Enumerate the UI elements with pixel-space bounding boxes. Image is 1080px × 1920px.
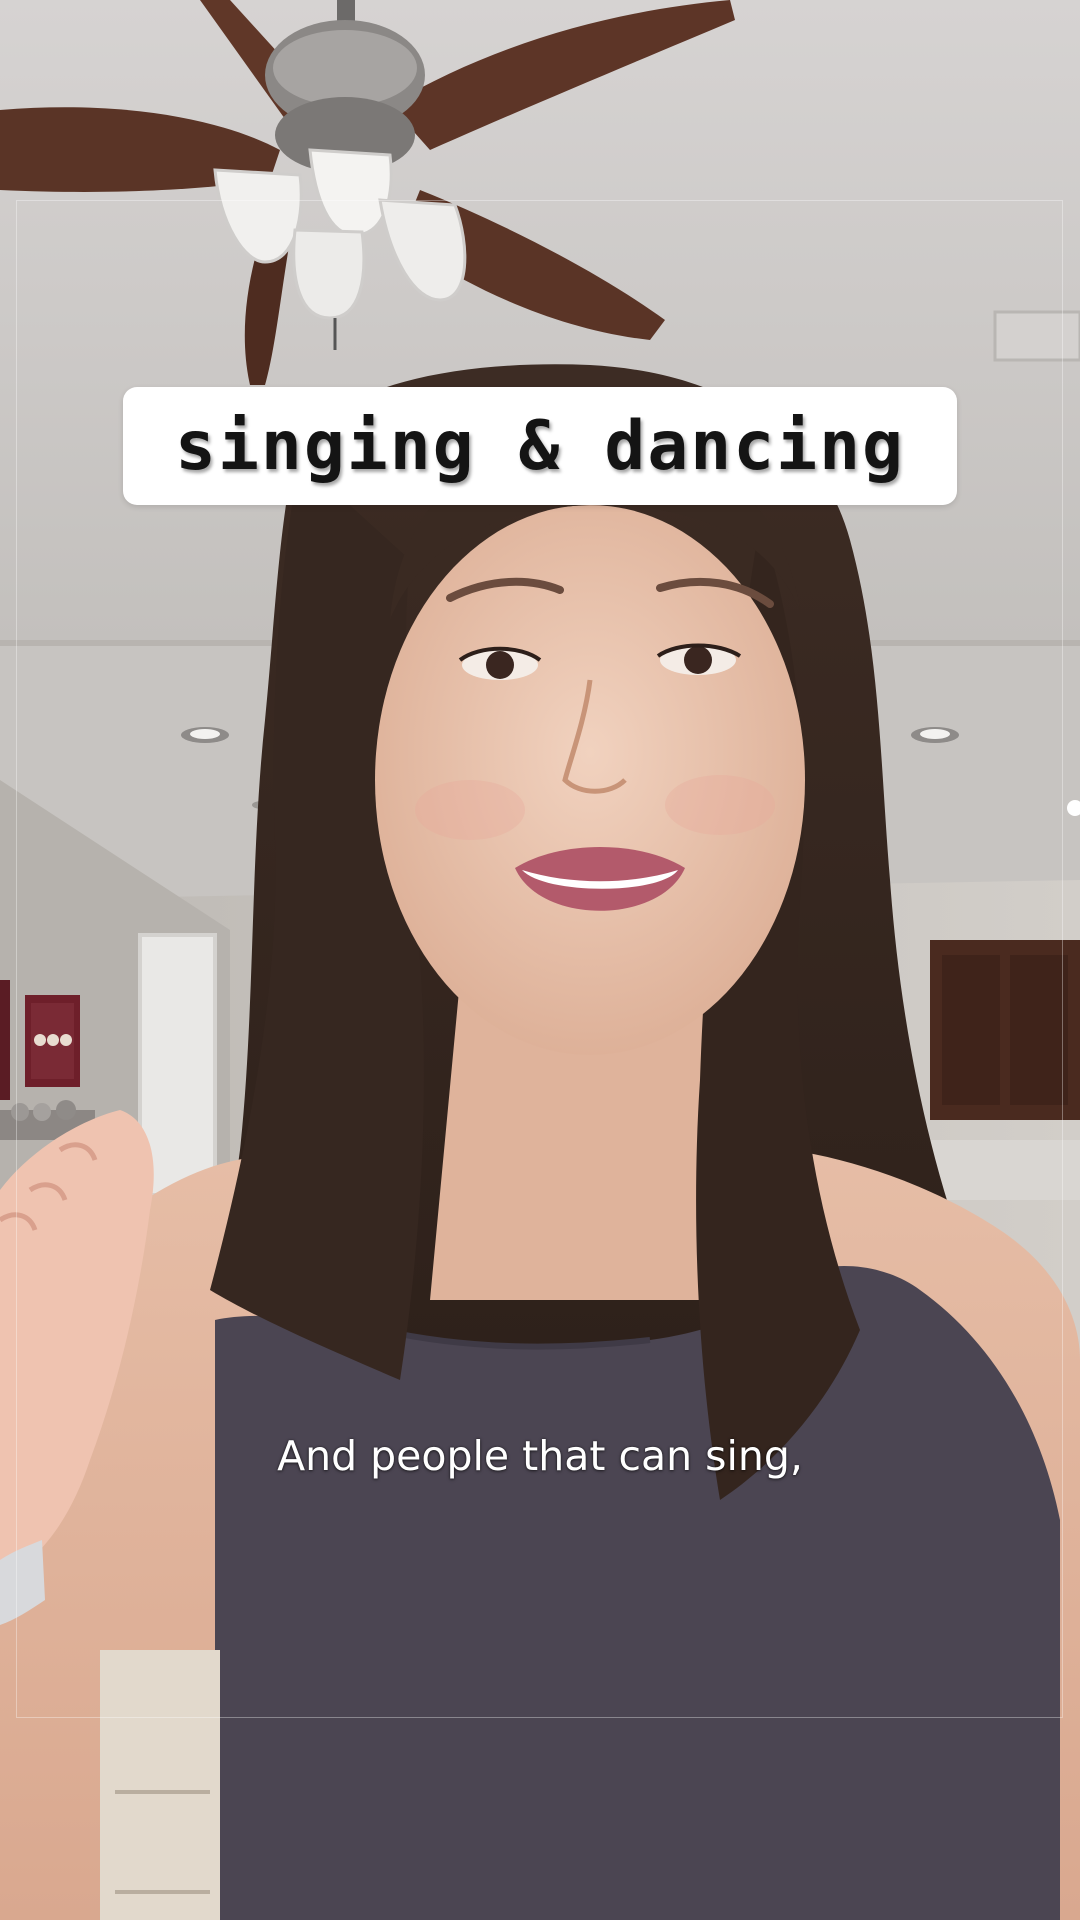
caption-text: And people that can sing, bbox=[277, 1432, 803, 1480]
title-overlay: singing & dancing bbox=[123, 387, 957, 505]
title-overlay-text: singing & dancing bbox=[175, 406, 905, 486]
background-scene bbox=[0, 0, 1080, 1920]
video-frame: singing & dancing And people that can si… bbox=[0, 0, 1080, 1920]
framed-art-icon bbox=[25, 995, 80, 1087]
